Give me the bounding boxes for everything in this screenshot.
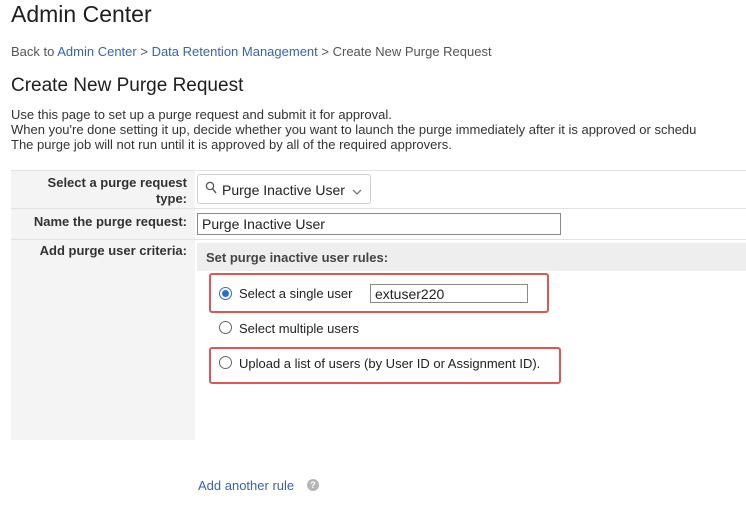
description-line: When you're done setting it up, decide w… xyxy=(11,122,697,137)
add-another-rule-link[interactable]: Add another rule xyxy=(198,478,294,493)
single-user-radio[interactable] xyxy=(219,287,232,300)
page-header-title: Admin Center xyxy=(11,1,152,27)
criteria-label-cell: Add purge user criteria: xyxy=(11,240,195,440)
request-type-label-cell: Select a purge request type: xyxy=(11,171,195,209)
request-type-select[interactable]: Purge Inactive User xyxy=(197,174,371,204)
rules-panel-header: Set purge inactive user rules: xyxy=(197,243,746,271)
single-user-label[interactable]: Select a single user xyxy=(239,286,352,301)
request-type-row: Select a purge request type: Purge Inact… xyxy=(11,170,746,209)
multiple-users-label[interactable]: Select multiple users xyxy=(239,321,359,336)
request-name-label: Name the purge request: xyxy=(33,214,187,229)
breadcrumb-link-admin-center[interactable]: Admin Center xyxy=(57,44,136,59)
criteria-label: Add purge user criteria: xyxy=(39,243,187,258)
request-name-row: Name the purge request: xyxy=(11,208,746,240)
purge-request-form: Select a purge request type: Purge Inact… xyxy=(11,170,746,509)
chevron-down-icon xyxy=(352,183,362,201)
breadcrumb-current: Create New Purge Request xyxy=(332,44,492,59)
description-line: Use this page to set up a purge request … xyxy=(11,107,392,122)
search-icon xyxy=(205,181,217,200)
request-name-input[interactable] xyxy=(197,213,561,235)
page-description: Use this page to set up a purge request … xyxy=(11,107,696,152)
rules-panel: Set purge inactive user rules: Select a … xyxy=(197,243,746,509)
request-name-label-cell: Name the purge request: xyxy=(11,209,195,240)
single-user-input[interactable] xyxy=(370,284,528,303)
rules-panel-title: Set purge inactive user rules: xyxy=(206,250,389,265)
upload-users-radio[interactable] xyxy=(219,356,232,369)
request-type-value: Purge Inactive User xyxy=(222,182,345,198)
breadcrumb-prefix: Back to xyxy=(11,44,58,59)
page-title: Create New Purge Request xyxy=(11,75,244,96)
upload-users-label[interactable]: Upload a list of users (by User ID or As… xyxy=(239,356,540,371)
breadcrumb-link-data-retention[interactable]: Data Retention Management xyxy=(152,44,318,59)
breadcrumb-separator: > xyxy=(317,44,333,59)
request-type-label: Select a purge request type: xyxy=(47,175,187,206)
multiple-users-radio[interactable] xyxy=(219,321,232,334)
breadcrumb: Back to Admin Center > Data Retention Ma… xyxy=(11,44,492,59)
criteria-row: Add purge user criteria: Set purge inact… xyxy=(11,239,746,509)
breadcrumb-separator: > xyxy=(136,44,152,59)
description-line: The purge job will not run until it is a… xyxy=(11,137,452,152)
question-circle-icon[interactable]: ? xyxy=(307,479,319,491)
